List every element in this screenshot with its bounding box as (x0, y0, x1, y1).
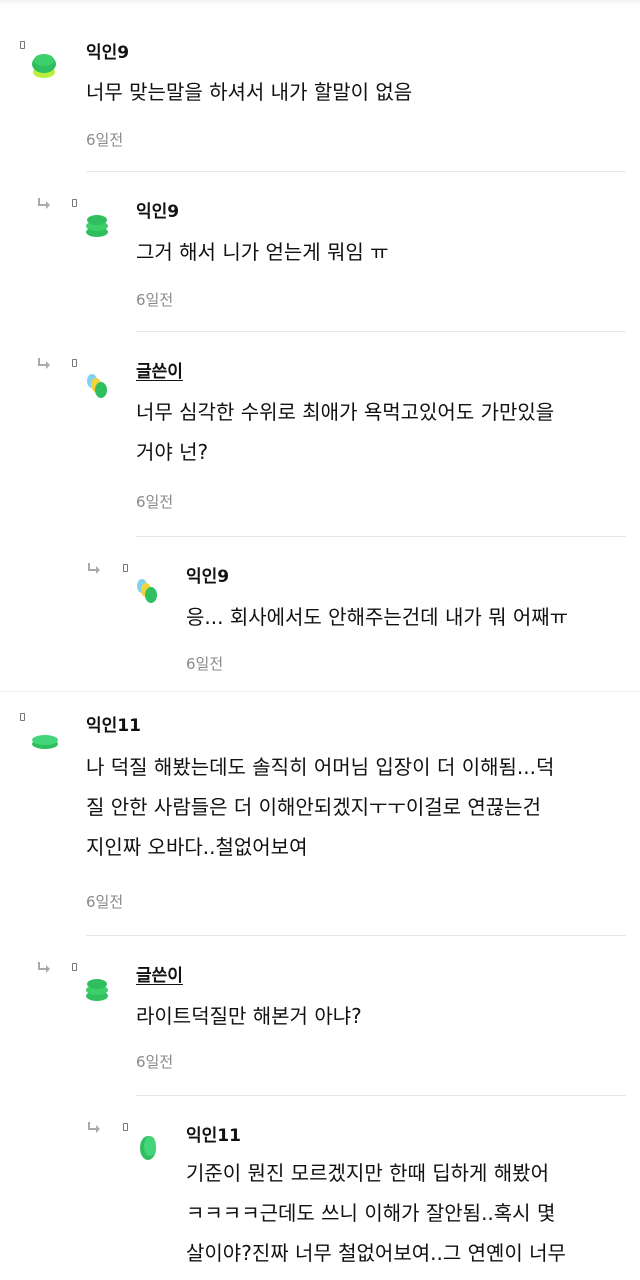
comment-time: 6일전 (186, 655, 224, 673)
comment-time: 6일전 (86, 131, 124, 149)
comment-time: 6일전 (136, 1053, 174, 1071)
comment-reply: 익인11 기준이 뭔진 모르겠지만 한때 딥하게 해봤어 ㅋㅋㅋㅋ근데도 쓰니 … (0, 1095, 640, 1280)
multicolor-coins-icon (84, 371, 112, 401)
green-coin-icon (134, 1133, 162, 1163)
green-stack-icon (30, 50, 58, 80)
comment-author[interactable]: 익인9 (86, 38, 129, 63)
comment-text: 너무 심각한 수위로 최애가 욕먹고있어도 가만있을 거야 넌? (136, 400, 555, 464)
comment-marker-icon (72, 359, 77, 367)
comment-author[interactable]: 익인9 (186, 562, 229, 587)
comment-marker-icon (72, 199, 77, 207)
comment-reply: 글쓴이 라이트덕질만 해본거 아냐? 6일전 (0, 935, 640, 1095)
comment-reply: 익인9 응... 회사에서도 안해주는건데 내가 뭐 어째ㅠ 6일전 (0, 536, 640, 691)
comment-text: 나 덕질 해봤는데도 솔직히 어머님 입장이 더 이해됨...덕 질 안한 사람… (86, 755, 555, 859)
comment-marker-icon (123, 1123, 128, 1131)
comment-author[interactable]: 익인9 (136, 197, 179, 222)
reply-arrow-icon (36, 357, 52, 371)
comment-marker-icon (72, 963, 77, 971)
comment-author[interactable]: 익인11 (186, 1121, 241, 1146)
reply-arrow-icon (36, 961, 52, 975)
reply-arrow-icon (86, 562, 102, 576)
comment-text: 응... 회사에서도 안해주는건데 내가 뭐 어째ㅠ (186, 605, 569, 629)
comment-item: 익인11 나 덕질 해봤는데도 솔직히 어머님 입장이 더 이해됨...덕 질 … (0, 691, 640, 935)
comment-text: 그거 해서 니가 얻는게 뭐임 ㅠ (136, 240, 389, 264)
comment-time: 6일전 (86, 893, 124, 911)
comment-time: 6일전 (136, 291, 174, 309)
comment-text: 너무 맞는말을 하셔서 내가 할말이 없음 (86, 80, 413, 104)
comment-reply: 익인9 그거 해서 니가 얻는게 뭐임 ㅠ 6일전 (0, 171, 640, 331)
multicolor-coins-icon (134, 576, 162, 606)
comment-item: 익인9 너무 맞는말을 하셔서 내가 할말이 없음 6일전 (0, 0, 640, 170)
comment-time: 6일전 (136, 493, 174, 511)
green-stack-icon (84, 975, 112, 1005)
comment-author[interactable]: 글쓴이 (136, 961, 183, 986)
green-disc-icon (30, 725, 58, 755)
comment-marker-icon (20, 713, 25, 721)
reply-arrow-icon (86, 1121, 102, 1135)
comment-marker-icon (20, 41, 25, 49)
reply-arrow-icon (36, 197, 52, 211)
comment-text: 기준이 뭔진 모르겠지만 한때 딥하게 해봤어 ㅋㅋㅋㅋ근데도 쓰니 이해가 잘… (186, 1161, 566, 1265)
comment-author[interactable]: 익인11 (86, 711, 141, 736)
comment-reply: 글쓴이 너무 심각한 수위로 최애가 욕먹고있어도 가만있을 거야 넌? 6일전 (0, 331, 640, 536)
comment-author[interactable]: 글쓴이 (136, 357, 183, 382)
green-stack-icon (84, 211, 112, 241)
comment-text: 라이트덕질만 해본거 아냐? (136, 1004, 362, 1028)
comment-marker-icon (123, 564, 128, 572)
